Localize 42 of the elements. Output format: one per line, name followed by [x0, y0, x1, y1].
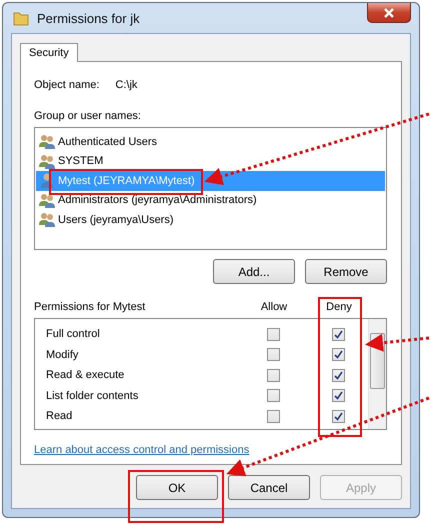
scrollbar[interactable]: [368, 319, 386, 429]
column-header: Deny: [325, 301, 353, 313]
field-label: Object name:: [34, 79, 100, 91]
checkbox[interactable]: [332, 410, 344, 423]
user-icon: [39, 173, 55, 188]
checkbox[interactable]: [332, 328, 344, 341]
column-header: Allow: [260, 301, 288, 313]
users-icon: [39, 154, 55, 169]
users-icon: [39, 192, 55, 208]
checkbox[interactable]: [266, 348, 280, 362]
checkbox[interactable]: [332, 348, 344, 362]
help-link[interactable]: Learn about access control and permissions: [34, 444, 387, 456]
checkbox[interactable]: [332, 368, 344, 382]
list-action-button[interactable]: Add...: [213, 259, 295, 284]
section-label: Group or user names:: [34, 110, 142, 122]
user-list-item[interactable]: Administrators (jeyramya\Administrators): [36, 190, 385, 210]
section-label: Permissions for Mytest: [34, 301, 146, 313]
checkbox[interactable]: [332, 389, 344, 402]
user-list-item[interactable]: Users (jeyramya\Users): [36, 210, 385, 230]
tab[interactable]: Security: [20, 43, 78, 62]
users-icon: [39, 212, 55, 228]
permission-name: Read & execute: [45, 369, 126, 382]
checkbox[interactable]: [266, 368, 280, 382]
dialog-button[interactable]: Cancel: [228, 475, 310, 500]
list-action-button[interactable]: Remove: [305, 259, 387, 284]
user-list-item[interactable]: SYSTEM: [36, 152, 385, 171]
permission-name: Full control: [45, 328, 101, 340]
checkbox[interactable]: [266, 410, 280, 423]
dialog-button[interactable]: OK: [136, 475, 218, 500]
field-value: C:\jk: [115, 79, 138, 91]
close-button[interactable]: [367, 3, 411, 23]
annotation-arrow: [365, 334, 430, 352]
permission-name: Modify: [45, 348, 80, 361]
window-title: Permissions for jk: [37, 10, 141, 26]
permission-name: List folder contents: [45, 390, 140, 402]
users-icon: [39, 134, 55, 150]
checkbox[interactable]: [266, 389, 280, 402]
folder-icon: [13, 10, 29, 26]
checkbox[interactable]: [266, 328, 280, 341]
user-list-item[interactable]: Authenticated Users: [36, 132, 385, 152]
permission-name: Read: [45, 410, 74, 422]
close-icon: [384, 8, 394, 18]
